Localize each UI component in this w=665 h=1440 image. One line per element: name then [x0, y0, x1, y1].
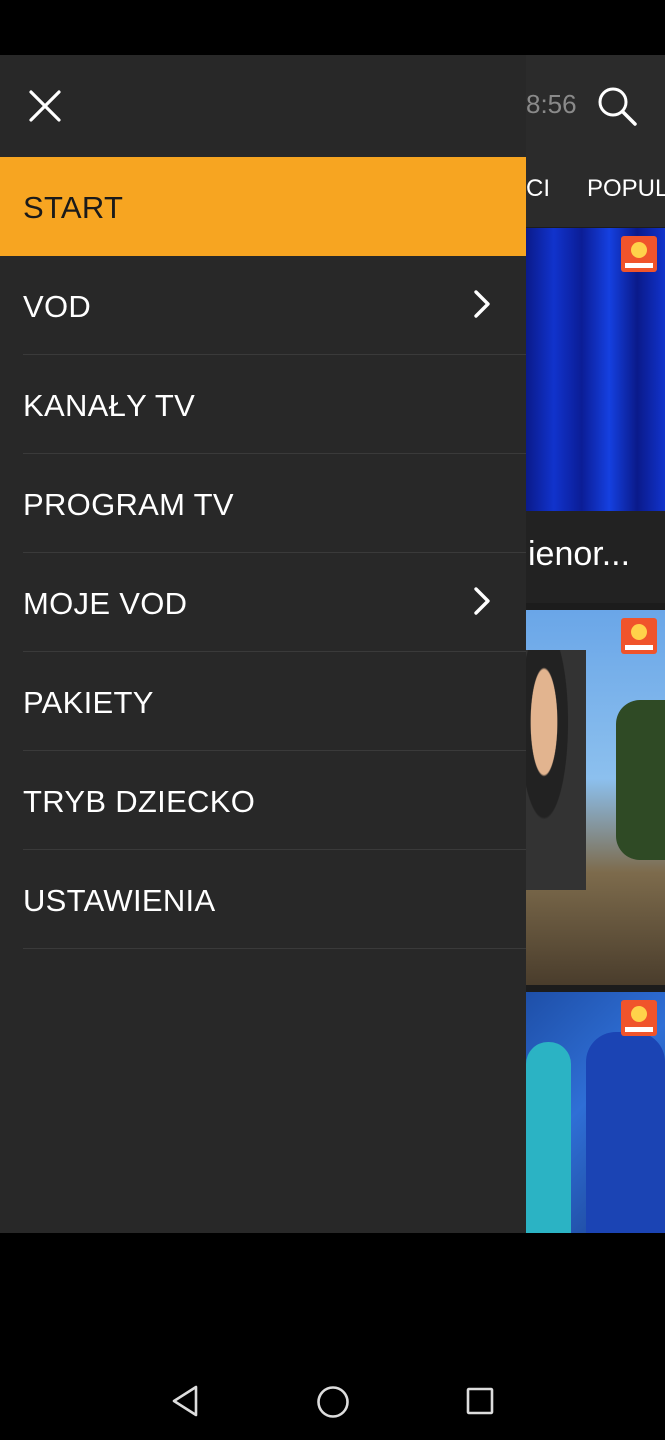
menu-item-vod[interactable]: VOD: [0, 256, 526, 355]
menu-item-label: USTAWIENIA: [23, 883, 216, 918]
menu-item-kanaly-tv[interactable]: KANAŁY TV: [0, 355, 526, 454]
menu-item-program-tv[interactable]: PROGRAM TV: [0, 454, 526, 553]
card-image: [526, 650, 586, 890]
polsat-logo-icon: [621, 1000, 657, 1036]
search-icon[interactable]: [596, 85, 638, 127]
back-icon[interactable]: [170, 1384, 200, 1418]
drawer-menu: START VOD KANAŁY TV PROGRAM TV MOJE VOD: [0, 157, 526, 949]
recents-icon[interactable]: [466, 1387, 494, 1415]
menu-item-pakiety[interactable]: PAKIETY: [0, 652, 526, 751]
card-caption: ienor...: [526, 511, 665, 603]
card-title: ienor...: [528, 535, 631, 573]
menu-item-label: TRYB DZIECKO: [23, 784, 256, 819]
content-card[interactable]: ienor...: [526, 228, 665, 603]
divider: [23, 948, 526, 949]
menu-item-ustawienia[interactable]: USTAWIENIA: [0, 850, 526, 949]
menu-item-label: MOJE VOD: [23, 586, 188, 621]
menu-item-tryb-dziecko[interactable]: TRYB DZIECKO: [0, 751, 526, 850]
system-navigation-bar: [0, 1233, 665, 1440]
chevron-right-icon: [474, 290, 490, 318]
content-card[interactable]: [526, 610, 665, 985]
status-bar: [0, 0, 665, 55]
menu-item-label: VOD: [23, 289, 92, 324]
card-image-person: [586, 1032, 665, 1233]
card-image-person: [526, 1042, 571, 1233]
clock-text: 8:56: [526, 89, 577, 119]
menu-item-start[interactable]: START: [0, 157, 526, 256]
tab-popular[interactable]: POPUL: [587, 175, 665, 203]
tab-partial-1[interactable]: CI: [526, 175, 550, 203]
polsat-logo-icon: [621, 236, 657, 272]
card-image-tree: [616, 700, 665, 860]
menu-item-label: PROGRAM TV: [23, 487, 234, 522]
app-screen: 8:56 CI POPUL ienor... START VOD KANAŁY …: [0, 55, 665, 1233]
menu-item-label: KANAŁY TV: [23, 388, 196, 423]
content-card[interactable]: [526, 992, 665, 1233]
menu-item-label: PAKIETY: [23, 685, 154, 720]
menu-item-moje-vod[interactable]: MOJE VOD: [0, 553, 526, 652]
menu-item-label: START: [23, 190, 124, 225]
navigation-drawer: START VOD KANAŁY TV PROGRAM TV MOJE VOD: [0, 55, 526, 1233]
chevron-right-icon: [474, 587, 490, 615]
polsat-logo-icon: [621, 618, 657, 654]
home-icon[interactable]: [316, 1385, 350, 1419]
close-icon[interactable]: [28, 89, 62, 123]
